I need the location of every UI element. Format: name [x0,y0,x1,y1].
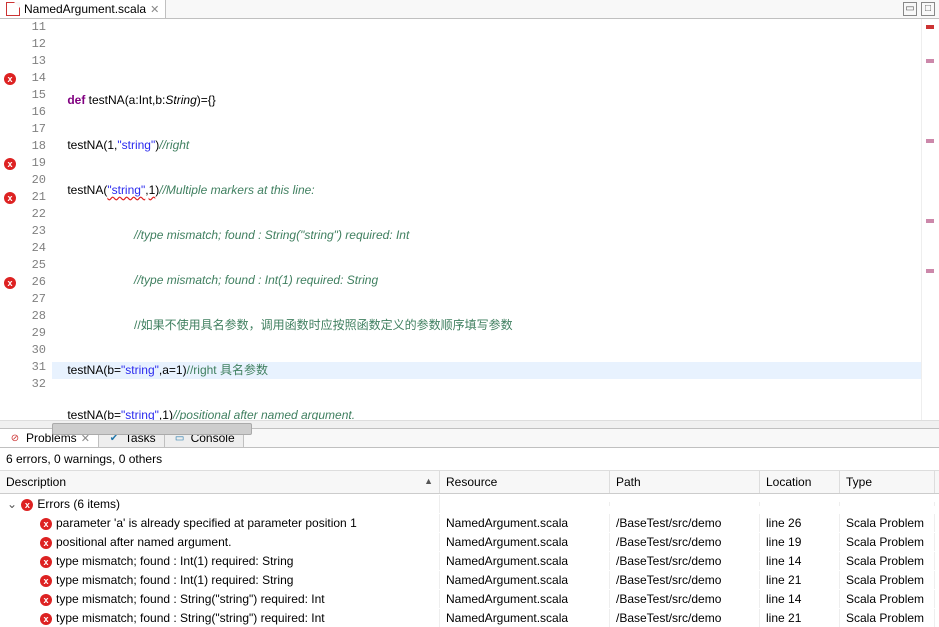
problem-row[interactable]: xtype mismatch; found : String("string")… [0,608,939,627]
editor-tabs-bar: NamedArgument.scala ✕ ▭ □ [0,0,939,19]
line-number-gutter: 11121314 15161718 19202122 23242526 2728… [20,19,52,420]
problems-summary: 6 errors, 0 warnings, 0 others [0,448,939,471]
scala-file-icon [6,2,20,16]
col-location[interactable]: Location [760,471,840,493]
error-icon: x [40,594,52,606]
error-icon: x [40,613,52,625]
horizontal-scrollbar[interactable] [0,420,939,428]
overview-ruler[interactable] [921,19,939,420]
code-editor[interactable]: x x x x 11121314 15161718 19202122 23242… [0,19,939,420]
maximize-view-icon[interactable]: □ [921,2,935,16]
error-marker-icon[interactable]: x [4,277,16,289]
problems-icon: ⊘ [8,431,22,445]
error-icon: x [21,499,33,511]
sort-asc-icon: ▲ [424,476,433,486]
problems-group-row[interactable]: ⌄ xErrors (6 items) [0,494,939,513]
problems-table-header: Description▲ Resource Path Location Type [0,471,939,494]
col-path[interactable]: Path [610,471,760,493]
problem-row[interactable]: xtype mismatch; found : Int(1) required:… [0,551,939,570]
code-content[interactable]: def testNA(a:Int,b:String)={} testNA(1,"… [52,19,921,420]
error-icon: x [40,518,52,530]
col-resource[interactable]: Resource [440,471,610,493]
error-marker-icon[interactable]: x [4,192,16,204]
scrollbar-thumb[interactable] [52,423,252,435]
error-marker-icon[interactable]: x [4,158,16,170]
close-tab-icon[interactable]: ✕ [150,3,159,16]
col-description[interactable]: Description▲ [0,471,440,493]
editor-tab-active[interactable]: NamedArgument.scala ✕ [0,0,166,18]
problems-table: Description▲ Resource Path Location Type… [0,471,939,627]
error-marker-icon[interactable]: x [4,73,16,85]
marker-gutter: x x x x [0,19,20,420]
problem-row[interactable]: xpositional after named argument.NamedAr… [0,532,939,551]
error-icon: x [40,575,52,587]
problem-row[interactable]: xtype mismatch; found : Int(1) required:… [0,570,939,589]
problem-row[interactable]: xparameter 'a' is already specified at p… [0,513,939,532]
error-icon: x [40,556,52,568]
editor-tab-label: NamedArgument.scala [24,2,146,16]
minimize-view-icon[interactable]: ▭ [903,2,917,16]
collapse-toggle-icon[interactable]: ⌄ [6,497,18,511]
error-icon: x [40,537,52,549]
view-controls: ▭ □ [903,2,935,16]
problem-row[interactable]: xtype mismatch; found : String("string")… [0,589,939,608]
col-type[interactable]: Type [840,471,935,493]
